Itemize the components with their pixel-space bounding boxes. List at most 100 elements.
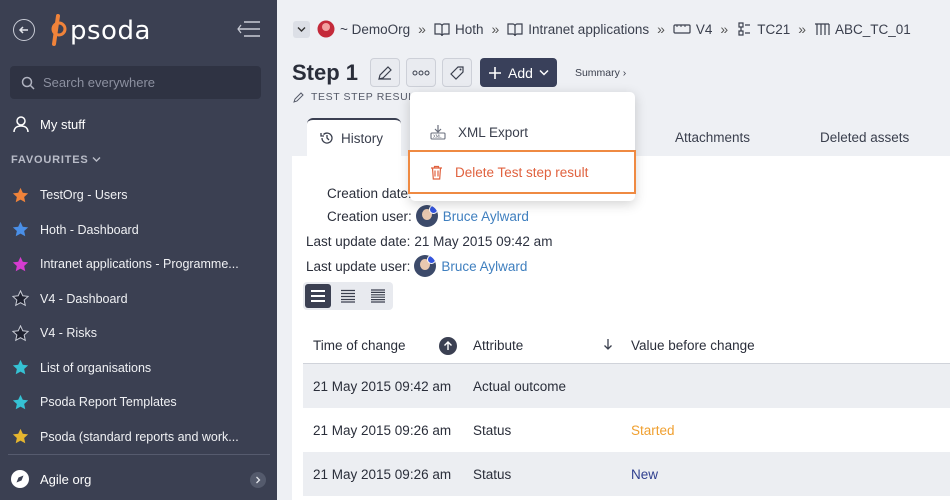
- compass-icon: [11, 470, 29, 488]
- pencil-icon: [293, 92, 304, 103]
- collapse-sidebar-button[interactable]: [236, 20, 262, 41]
- tab-history[interactable]: History: [307, 118, 402, 156]
- org-switcher[interactable]: Agile org: [10, 469, 91, 489]
- logo-text: psoda: [70, 16, 151, 46]
- favourite-item[interactable]: Intranet applications - Programme...: [12, 247, 264, 282]
- breadcrumb-item-org[interactable]: ~ DemoOrg: [317, 20, 410, 38]
- favourite-label: V4 - Risks: [40, 326, 97, 341]
- cell-attribute: Status: [473, 466, 512, 482]
- list-dense-icon: [371, 289, 385, 303]
- page-subtitle: TEST STEP RESULT: [293, 91, 421, 103]
- summary-link[interactable]: Summary ›: [575, 67, 626, 79]
- delete-test-step-result-menu-item[interactable]: Delete Test step result: [408, 150, 636, 194]
- subtitle-text: TEST STEP RESULT: [311, 91, 421, 103]
- favourites-heading[interactable]: FAVOURITES: [11, 154, 101, 166]
- ellipsis-icon: [412, 70, 430, 75]
- creation-user-link[interactable]: Bruce Aylward: [443, 209, 529, 224]
- list-icon: [311, 290, 325, 302]
- my-stuff-link[interactable]: My stuff: [12, 115, 85, 133]
- search-icon: [21, 76, 35, 90]
- cell-time: 21 May 2015 09:26 am: [313, 422, 452, 438]
- org-switcher-expand[interactable]: [250, 472, 266, 488]
- density-dense-button[interactable]: [365, 284, 391, 308]
- creation-user-label: Creation user:: [327, 208, 412, 224]
- star-icon: [12, 256, 29, 272]
- last-update-date-label: Last update date:: [306, 234, 411, 249]
- avatar: [414, 255, 437, 277]
- density-comfortable-button[interactable]: [305, 284, 331, 308]
- breadcrumb-item-v4[interactable]: V4: [673, 22, 712, 37]
- favourite-item[interactable]: V4 - Dashboard: [12, 282, 264, 317]
- search-input[interactable]: [43, 75, 243, 90]
- last-update-user-value: Bruce Aylward: [414, 255, 527, 277]
- density-compact-button[interactable]: [335, 284, 361, 308]
- breadcrumb-label: ~ DemoOrg: [340, 21, 411, 37]
- more-options-button[interactable]: [406, 58, 437, 87]
- add-button[interactable]: Add: [480, 58, 557, 87]
- breadcrumb-label: Intranet applications: [528, 21, 650, 37]
- sort-ascending-button[interactable]: [439, 337, 457, 355]
- arrow-left-icon: [18, 26, 28, 34]
- favourite-label: Intranet applications - Programme...: [40, 257, 239, 272]
- cell-value: Started: [631, 422, 675, 438]
- last-update-user-link[interactable]: Bruce Aylward: [441, 259, 527, 274]
- column-header-value-before[interactable]: Value before change: [629, 338, 755, 353]
- favourite-label: Psoda (standard reports and work...: [40, 429, 239, 444]
- more-options-menu: XML XML Export Delete Test step result: [408, 92, 636, 201]
- favourite-item[interactable]: List of organisations: [12, 351, 264, 386]
- chevron-down-icon: [92, 157, 101, 162]
- last-update-user-row: Last update user: Bruce Aylward: [306, 255, 527, 277]
- xml-export-menu-item[interactable]: XML XML Export: [410, 112, 635, 152]
- org-switcher-label: Agile org: [40, 471, 92, 487]
- favourite-item[interactable]: Psoda (standard reports and work...: [12, 420, 264, 455]
- tag-button[interactable]: [442, 58, 473, 87]
- arrow-down-icon: [604, 339, 612, 350]
- star-icon: [12, 360, 29, 375]
- breadcrumb-label: Hoth: [454, 21, 484, 37]
- breadcrumb-separator: »: [418, 21, 426, 37]
- favourite-label: V4 - Dashboard: [40, 291, 128, 306]
- breadcrumb-separator: »: [657, 21, 665, 37]
- breadcrumb-item-tc21[interactable]: TC21: [736, 21, 790, 37]
- chevron-right-icon: [256, 476, 261, 484]
- breadcrumb-separator: »: [720, 21, 729, 37]
- favourite-item[interactable]: V4 - Risks: [12, 316, 264, 351]
- creation-date-label: Creation date:: [327, 186, 412, 201]
- favourite-item[interactable]: Psoda Report Templates: [12, 385, 264, 420]
- page-title: Step 1: [292, 59, 359, 85]
- favourites-heading-label: FAVOURITES: [11, 154, 89, 166]
- tab-deleted-assets[interactable]: Deleted assets: [820, 118, 909, 156]
- back-button[interactable]: [13, 19, 35, 41]
- star-icon: [12, 290, 29, 307]
- chevron-down-icon: [539, 69, 549, 76]
- psoda-logo[interactable]: psoda: [48, 14, 151, 48]
- cell-value: New: [631, 466, 659, 482]
- favourite-item[interactable]: TestOrg - Users: [12, 178, 264, 213]
- tag-icon: [450, 65, 464, 80]
- arrow-up-icon: [444, 341, 452, 350]
- breadcrumb-label: ABC_TC_01: [835, 21, 911, 37]
- favourite-item[interactable]: Hoth - Dashboard: [12, 213, 264, 248]
- sort-descending-button[interactable]: [603, 338, 613, 353]
- breadcrumb-item-intranet[interactable]: Intranet applications: [507, 22, 649, 37]
- tab-label: Attachments: [675, 129, 751, 145]
- breadcrumb-separator: »: [798, 21, 807, 37]
- book-icon: [507, 22, 523, 36]
- delete-label: Delete Test step result: [455, 164, 589, 180]
- list-compact-icon: [341, 289, 355, 303]
- collapse-menu-icon: [237, 21, 260, 37]
- sidebar-divider: [8, 454, 270, 455]
- breadcrumb-item-hoth[interactable]: Hoth: [434, 21, 484, 37]
- user-icon: [13, 116, 29, 133]
- sidebar: psoda My stuff FAVOURITES TestOrg - User…: [0, 0, 277, 500]
- breadcrumb-dropdown[interactable]: [293, 20, 310, 38]
- main-content: ~ DemoOrg » Hoth » Intranet applications…: [277, 0, 950, 500]
- edit-button[interactable]: [370, 58, 401, 87]
- svg-text:XML: XML: [433, 134, 442, 139]
- book-icon: [434, 22, 450, 36]
- table-row: 21 May 2015 09:26 am Status Started: [303, 408, 950, 452]
- breadcrumb-item-abc-tc-01[interactable]: ABC_TC_01: [814, 22, 911, 37]
- favourites-list: TestOrg - Users Hoth - Dashboard Intrane…: [12, 178, 264, 454]
- tab-attachments[interactable]: Attachments: [675, 118, 750, 156]
- global-search[interactable]: [10, 66, 261, 99]
